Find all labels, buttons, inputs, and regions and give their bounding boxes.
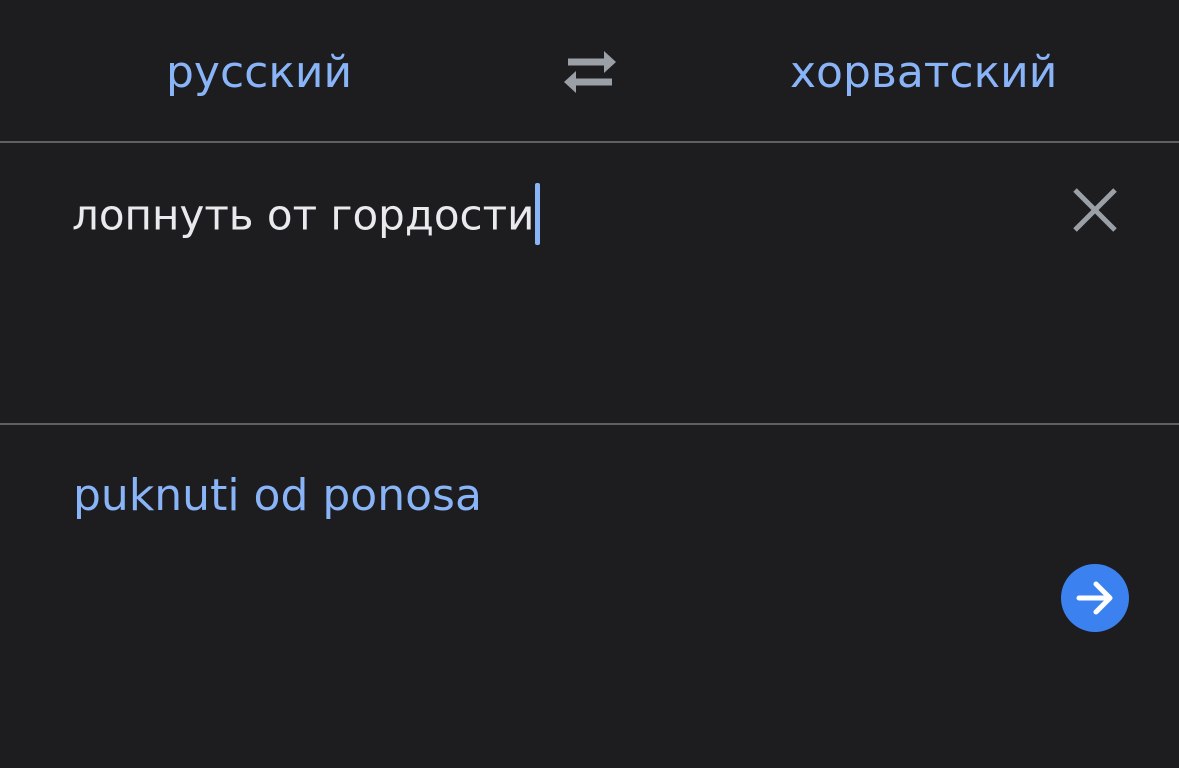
translate-app: русский хорватский лопнуть от гордости p… xyxy=(0,0,1179,768)
output-area: puknuti od ponosa xyxy=(0,425,1179,768)
source-text: лопнуть от гордости xyxy=(72,190,535,240)
arrow-right-icon xyxy=(1076,581,1113,615)
close-icon xyxy=(1073,188,1117,232)
input-area[interactable]: лопнуть от гордости xyxy=(0,143,1179,423)
text-caret xyxy=(535,183,541,245)
source-text-input[interactable]: лопнуть от гордости xyxy=(72,183,541,249)
swap-arrows-icon xyxy=(564,51,616,93)
source-language-button[interactable]: русский xyxy=(166,46,352,100)
target-language-button[interactable]: хорватский xyxy=(790,46,1057,100)
translation-text[interactable]: puknuti od ponosa xyxy=(73,469,482,523)
go-translate-button[interactable] xyxy=(1061,564,1129,632)
clear-input-button[interactable] xyxy=(1066,185,1124,237)
language-bar: русский хорватский xyxy=(0,0,1179,142)
swap-languages-button[interactable] xyxy=(558,46,622,98)
